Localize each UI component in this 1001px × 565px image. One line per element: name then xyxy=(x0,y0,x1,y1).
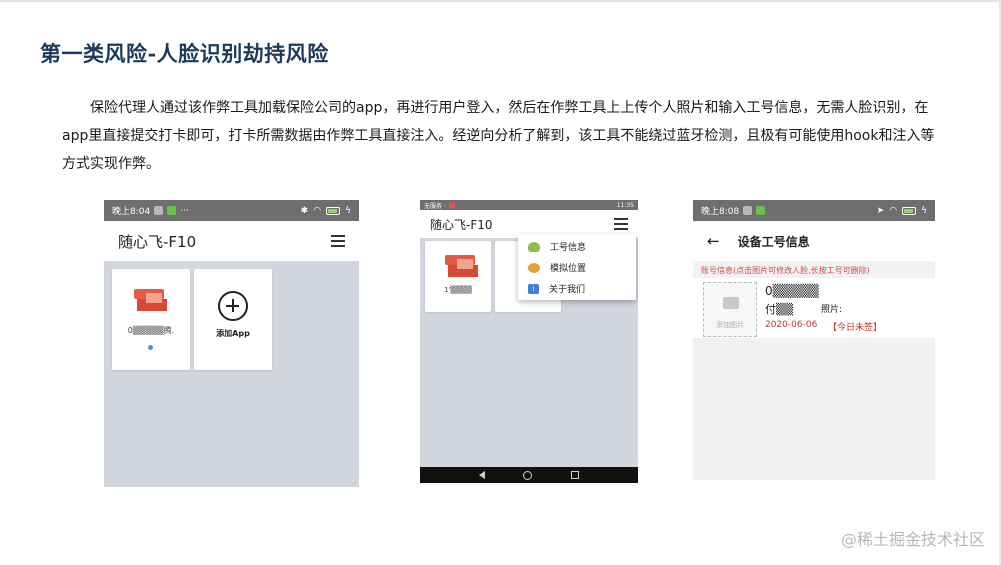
status-carrier: 无服务 · xyxy=(424,202,446,210)
app-title: 随心飞-F10 xyxy=(118,232,197,251)
battery-icon xyxy=(326,206,341,215)
wifi-icon: ◠ xyxy=(313,205,322,216)
screenshot-phone-home: 晚上8:04 ··· ✱ ◠ ϟ 随心飞-F10 0▒▒▒▒▒腾. 添加App xyxy=(104,200,359,487)
charging-icon: ϟ xyxy=(345,205,351,216)
sign-date: 2020-06-06 xyxy=(765,320,818,330)
app-card-label: 1'▒▒▒▒ xyxy=(444,286,472,294)
recent-apps-icon[interactable] xyxy=(570,471,579,479)
wifi-icon: ◠ xyxy=(889,205,898,216)
section-heading: 第一类风险-人脸识别劫持风险 xyxy=(40,41,329,66)
app-grid-area: 0▒▒▒▒▒腾. 添加App xyxy=(104,261,359,487)
home-icon[interactable] xyxy=(523,470,533,480)
app-bar: ← 设备工号信息 xyxy=(693,221,935,261)
app-badge-icon xyxy=(167,206,177,215)
employee-id: 0▒▒▒▒▒ xyxy=(765,284,819,298)
status-time: 11:35 xyxy=(616,201,634,209)
screenshot-phone-menu: 无服务 · 11:35 随心飞-F10 1'▒▒▒▒ 工号信息 模拟位置 i 关… xyxy=(420,200,638,483)
photo-upload[interactable]: 添加图片 xyxy=(703,282,757,337)
page-title: 设备工号信息 xyxy=(737,234,810,249)
status-time: 晚上8:04 xyxy=(112,207,151,217)
menu-item-mock-location[interactable]: 模拟位置 xyxy=(518,257,636,278)
back-arrow-icon[interactable]: ← xyxy=(707,232,720,250)
photo-label: 添加图片 xyxy=(716,321,744,329)
box-app-icon xyxy=(134,289,168,313)
camera-icon xyxy=(723,297,739,309)
menu-item-label: 模拟位置 xyxy=(550,264,587,274)
status-bar: 晚上8:08 ➤ ◠ ϟ xyxy=(693,200,935,221)
menu-item-label: 工号信息 xyxy=(550,243,587,253)
menu-item-label: 关于我们 xyxy=(549,285,586,295)
active-dot xyxy=(148,345,153,350)
back-icon[interactable] xyxy=(479,471,486,479)
location-icon xyxy=(528,262,540,273)
dropdown-menu: 工号信息 模拟位置 i 关于我们 xyxy=(518,234,636,300)
app-bar: 随心飞-F10 xyxy=(104,221,359,261)
page-top-border xyxy=(0,0,1001,2)
employee-name: 付▒▒ xyxy=(765,303,793,316)
photo-field-label: 照片: xyxy=(821,305,843,315)
status-more: ··· xyxy=(180,205,189,216)
add-icon xyxy=(218,291,248,321)
body-paragraph: 保险代理人通过该作弊工具加载保险公司的app，再进行用户登入，然后在作弊工具上上… xyxy=(62,100,935,172)
screenshot-phone-employee: 晚上8:08 ➤ ◠ ϟ ← 设备工号信息 账号信息(点击图片可修改人脸,长按工… xyxy=(693,200,935,480)
user-icon xyxy=(528,241,540,252)
app-card[interactable]: 1'▒▒▒▒ xyxy=(425,241,491,312)
notification-icon xyxy=(154,206,164,215)
app-card[interactable]: 0▒▒▒▒▒腾. xyxy=(112,269,190,370)
charging-icon: ϟ xyxy=(921,205,927,216)
app-badge-icon xyxy=(448,202,455,208)
empty-content-area xyxy=(693,338,935,480)
watermark: @稀土掘金技术社区 xyxy=(840,530,985,549)
system-nav-bar xyxy=(420,467,638,483)
hint-bar: 账号信息(点击图片可修改人脸,长按工号可删除) xyxy=(693,261,935,278)
box-app-icon xyxy=(445,255,479,279)
app-badge-icon xyxy=(756,206,766,215)
employee-record[interactable]: 添加图片 0▒▒▒▒▒ 付▒▒ 照片: 2020-06-06 【今日未签】 xyxy=(693,280,935,338)
bluetooth-icon: ✱ xyxy=(300,205,309,216)
menu-icon[interactable] xyxy=(331,235,345,247)
status-bar: 晚上8:04 ··· ✱ ◠ ϟ xyxy=(104,200,359,221)
status-time: 晚上8:08 xyxy=(701,207,740,217)
menu-item-about[interactable]: i 关于我们 xyxy=(518,278,636,299)
notification-icon xyxy=(743,206,753,215)
hint-text: 账号信息(点击图片可修改人脸,长按工号可删除) xyxy=(701,266,870,275)
app-title: 随心飞-F10 xyxy=(430,217,493,232)
add-app-card[interactable]: 添加App xyxy=(194,269,272,370)
menu-item-employee-info[interactable]: 工号信息 xyxy=(518,236,636,257)
app-card-label: 0▒▒▒▒▒腾. xyxy=(127,326,175,335)
add-app-label: 添加App xyxy=(216,329,250,338)
sign-status: 【今日未签】 xyxy=(828,323,883,333)
info-icon: i xyxy=(528,283,539,294)
menu-icon[interactable] xyxy=(614,218,628,230)
battery-icon xyxy=(902,206,917,215)
location-status-icon: ➤ xyxy=(876,205,885,216)
status-bar: 无服务 · 11:35 xyxy=(420,200,638,210)
